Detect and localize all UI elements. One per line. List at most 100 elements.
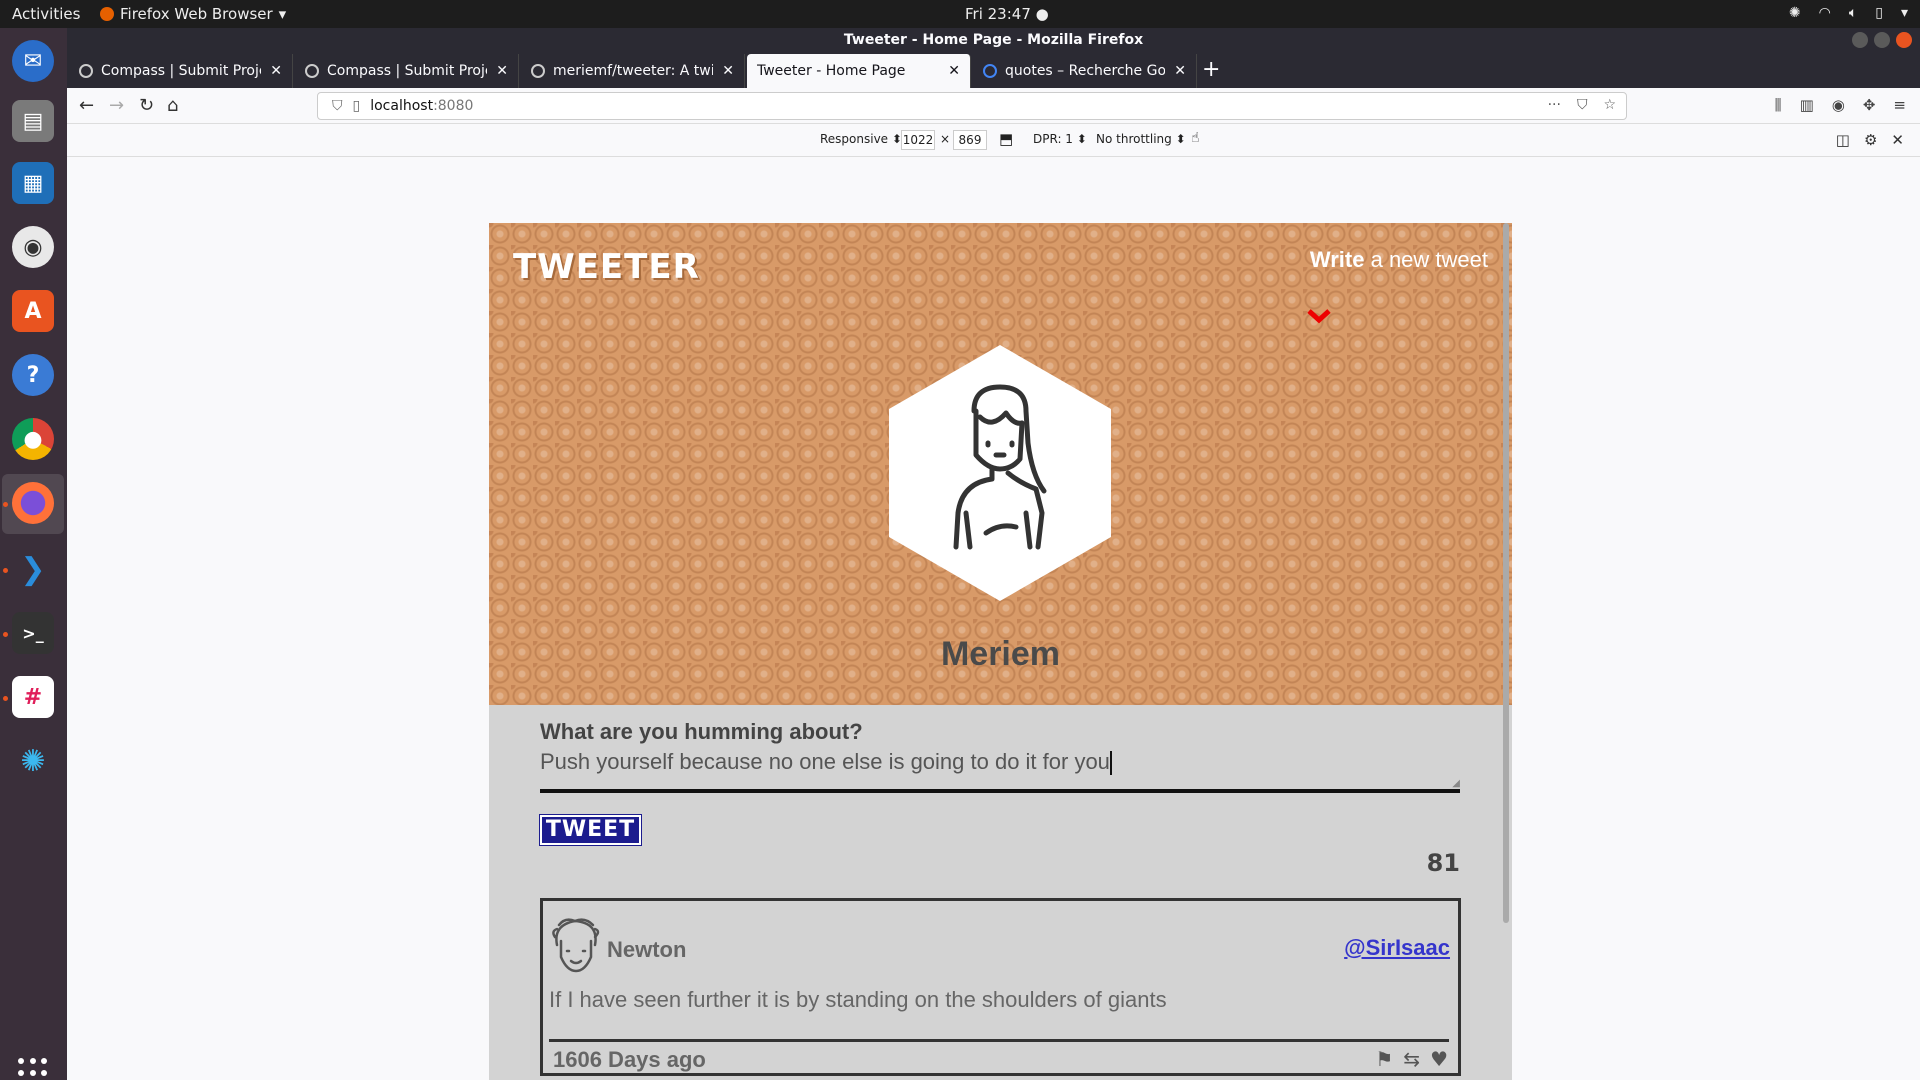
composer-prompt: What are you humming about? <box>540 719 863 744</box>
retweet-icon[interactable]: ⇆ <box>1403 1047 1420 1071</box>
window-controls <box>1852 32 1912 48</box>
tweet-card: Newton @SirIsaac If I have seen further … <box>540 898 1461 1076</box>
avatar-illustration <box>953 384 1047 550</box>
compass-favicon-icon <box>305 64 319 78</box>
write-new-tweet-link[interactable]: Write a new tweet <box>1310 247 1488 273</box>
tab-compass-1[interactable]: Compass | Submit Project ✕ <box>69 54 293 88</box>
close-tab-icon[interactable]: ✕ <box>1174 63 1186 79</box>
dimension-separator: × <box>940 132 951 146</box>
chevron-down-icon[interactable] <box>1307 305 1331 330</box>
clock[interactable]: Fri 23:47 ● <box>965 5 1049 23</box>
tab-label: meriemf/tweeter: A twitter <box>553 63 713 79</box>
new-tab-icon[interactable]: + <box>1202 58 1220 82</box>
tweet-textarea[interactable]: Push yourself because no one else is goi… <box>540 749 1460 793</box>
github-favicon-icon <box>531 64 545 78</box>
rhythmbox-icon[interactable]: ◉ <box>12 226 54 268</box>
close-tab-icon[interactable]: ✕ <box>722 63 734 79</box>
tab-label: Tweeter - Home Page <box>757 63 906 79</box>
tab-tweeter-home[interactable]: Tweeter - Home Page ✕ <box>747 54 971 88</box>
files-icon[interactable]: ▤ <box>12 100 54 142</box>
extensions-icon[interactable]: ✥ <box>1863 96 1876 114</box>
profile-username: Meriem <box>940 635 1061 673</box>
page-scrollbar[interactable] <box>1503 223 1509 923</box>
device-selector[interactable]: Responsive ⬍ <box>820 132 902 146</box>
tweet-age: 1606 Days ago <box>553 1047 706 1072</box>
viewport-height-input[interactable]: 869 <box>953 130 987 150</box>
tweet-textarea-value: Push yourself because no one else is goi… <box>540 749 1110 774</box>
tweet-actions: ⚑ ⇆ ♥ <box>1375 1047 1448 1071</box>
app-icon[interactable]: ✺ <box>12 740 54 782</box>
tab-label: Compass | Submit Project <box>101 63 261 79</box>
firefox-window: Tweeter - Home Page - Mozilla Firefox Co… <box>67 28 1920 1080</box>
window-title: Tweeter - Home Page - Mozilla Firefox <box>67 28 1920 52</box>
dock: ✉ ▤ ▦ ◉ A ? ● ❯ >_ # ✺ <box>0 28 67 1080</box>
maximize-button[interactable] <box>1874 32 1890 48</box>
tweet-body: If I have seen further it is by standing… <box>549 987 1167 1012</box>
tweet-author-handle[interactable]: @SirIsaac <box>1344 935 1450 961</box>
home-icon[interactable]: ⌂ <box>167 95 178 116</box>
notification-icon: ✺ <box>1788 5 1801 21</box>
running-indicator <box>3 502 8 507</box>
new-tweet-label: a new tweet <box>1364 247 1488 272</box>
flag-icon[interactable]: ⚑ <box>1375 1047 1393 1071</box>
chrome-icon[interactable]: ● <box>12 418 54 460</box>
activities-button[interactable]: Activities <box>12 5 80 23</box>
bookmark-star-icon[interactable]: ☆ <box>1603 97 1616 113</box>
viewport-width-input[interactable]: 1022 <box>901 130 935 150</box>
dpr-selector[interactable]: DPR: 1 ⬍ <box>1033 132 1087 146</box>
url-text: localhost:8080 <box>370 98 474 114</box>
shield-icon[interactable]: ⛉ <box>332 98 343 114</box>
toolbar-right: ⫼ ▥ ◉ ✥ ≡ <box>1775 96 1906 114</box>
chevron-down-icon: ▾ <box>1900 5 1908 21</box>
back-icon[interactable]: ← <box>79 95 94 116</box>
url-bar[interactable]: ⛉ ▯ localhost:8080 ··· ⛉ ☆ <box>317 92 1627 120</box>
show-applications-icon[interactable] <box>18 1058 48 1080</box>
minimize-button[interactable] <box>1852 32 1868 48</box>
close-icon[interactable]: ✕ <box>1891 131 1904 149</box>
close-window-button[interactable] <box>1896 32 1912 48</box>
sidebar-icon[interactable]: ▥ <box>1800 96 1814 114</box>
writer-icon[interactable]: ▦ <box>12 162 54 204</box>
settings-gear-icon[interactable]: ⚙ <box>1864 131 1877 149</box>
url-actions: ··· ⛉ ☆ <box>1548 97 1616 113</box>
forward-icon[interactable]: → <box>109 95 124 116</box>
tweet-author-name: Newton <box>607 937 687 962</box>
system-tray[interactable]: ✺ ◠ 🔈︎ ▯ ▾ <box>1789 5 1908 21</box>
chevron-down-icon: ▾ <box>278 5 287 23</box>
firefox-icon[interactable] <box>12 482 54 524</box>
tweet-button[interactable]: TWEET <box>539 814 642 846</box>
more-actions-icon[interactable]: ··· <box>1548 97 1561 113</box>
pocket-icon[interactable]: ⛉ <box>1577 97 1588 113</box>
site-logo[interactable]: TWEETER <box>513 247 700 287</box>
touch-simulation-icon[interactable]: ☝ <box>1191 130 1200 146</box>
slack-icon[interactable]: # <box>12 676 54 718</box>
close-tab-icon[interactable]: ✕ <box>948 63 960 79</box>
resize-handle-icon[interactable]: ◢ <box>1452 778 1460 789</box>
tweet-composer: What are you humming about? Push yoursel… <box>540 719 1460 793</box>
terminal-icon[interactable]: >_ <box>12 612 54 654</box>
heart-icon[interactable]: ♥ <box>1430 1047 1448 1071</box>
tab-google-quotes[interactable]: quotes – Recherche Google ✕ <box>973 54 1197 88</box>
library-icon[interactable]: ⫼ <box>1775 96 1782 114</box>
rotate-icon[interactable]: ⬒ <box>999 130 1013 148</box>
firefox-icon <box>100 7 114 21</box>
reload-icon[interactable]: ↻ <box>139 95 154 116</box>
account-icon[interactable]: ◉ <box>1832 96 1845 114</box>
thunderbird-icon[interactable]: ✉ <box>12 40 54 82</box>
throttling-selector[interactable]: No throttling ⬍ <box>1096 132 1186 146</box>
software-center-icon[interactable]: A <box>12 290 54 332</box>
tab-compass-2[interactable]: Compass | Submit Project ✕ <box>295 54 519 88</box>
system-top-bar: Activities Firefox Web Browser ▾ Fri 23:… <box>0 0 1920 28</box>
tab-github[interactable]: meriemf/tweeter: A twitter ✕ <box>521 54 745 88</box>
help-icon[interactable]: ? <box>12 354 54 396</box>
profile-header: TWEETER Write a new tweet Meriem <box>489 223 1512 705</box>
menu-icon[interactable]: ≡ <box>1893 96 1906 114</box>
app-menu[interactable]: Firefox Web Browser ▾ <box>100 5 286 23</box>
navigation-bar: ← → ↻ ⌂ ⛉ ▯ localhost:8080 ··· ⛉ ☆ ⫼ ▥ ◉… <box>67 88 1920 124</box>
tweeter-page: TWEETER Write a new tweet Meriem What ar… <box>489 223 1512 1080</box>
vscode-icon[interactable]: ❯ <box>12 548 54 590</box>
close-tab-icon[interactable]: ✕ <box>270 63 282 79</box>
app-menu-label: Firefox Web Browser <box>120 5 273 23</box>
close-tab-icon[interactable]: ✕ <box>496 63 508 79</box>
screenshot-icon[interactable]: ◫ <box>1836 131 1850 149</box>
